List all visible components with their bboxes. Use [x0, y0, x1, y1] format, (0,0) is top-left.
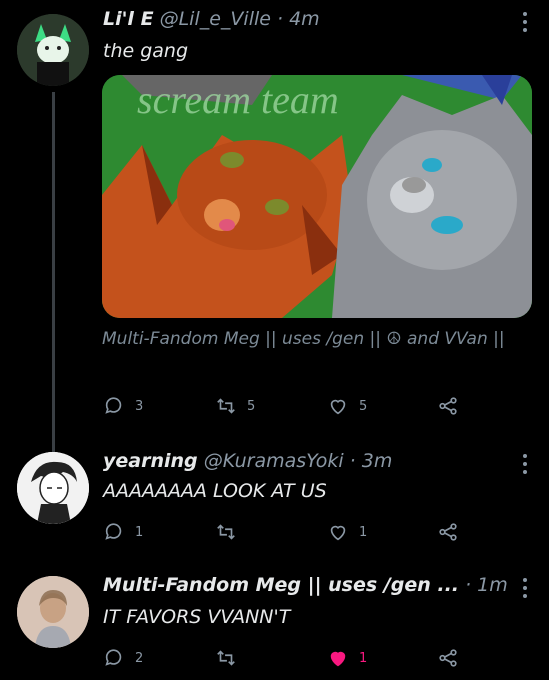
share-button[interactable]	[437, 646, 459, 670]
reply-count: 3	[135, 398, 144, 414]
tweet-3[interactable]: Multi-Fandom Meg || uses /gen ... · 1m I…	[0, 566, 549, 680]
author-handle[interactable]: @Lil_e_Ville	[160, 8, 271, 30]
media-caption: scream team	[137, 77, 339, 122]
author-name[interactable]: yearning	[103, 450, 198, 472]
share-button[interactable]	[437, 520, 459, 544]
tweet-header: Li'l E @Lil_e_Ville · 4m	[103, 8, 320, 30]
reply-icon	[105, 649, 122, 666]
reply-button[interactable]: 3	[103, 394, 143, 418]
avatar[interactable]	[17, 14, 89, 86]
author-handle[interactable]: @KuramasYoki	[204, 450, 344, 472]
timestamp[interactable]: 3m	[362, 450, 393, 472]
share-icon	[439, 397, 457, 415]
retweet-icon	[217, 524, 235, 540]
reply-icon	[105, 523, 122, 540]
like-button[interactable]: 1	[327, 646, 367, 670]
share-button[interactable]	[437, 394, 459, 418]
reply-count: 1	[135, 524, 144, 540]
tweet-text: AAAAAAAA LOOK AT US	[103, 480, 327, 502]
retweet-button[interactable]: 5	[215, 394, 255, 418]
more-icon[interactable]	[523, 454, 527, 478]
avatar[interactable]	[17, 576, 89, 648]
timestamp[interactable]: 1m	[477, 574, 508, 596]
like-count: 1	[359, 650, 368, 666]
tweet-image[interactable]: scream team	[102, 75, 532, 318]
share-icon	[439, 649, 457, 667]
like-button[interactable]: 1	[327, 520, 367, 544]
profile-tagline: Multi-Fandom Meg || uses /gen || ☮ and V…	[102, 329, 505, 349]
like-count: 5	[359, 398, 368, 414]
tweet-text: the gang	[103, 40, 189, 62]
tweet-actions: 3 5 5	[103, 394, 463, 418]
like-count: 1	[359, 524, 368, 540]
author-name[interactable]: Multi-Fandom Meg || uses /gen ...	[103, 574, 459, 596]
tweet-actions: 2 1	[103, 646, 463, 670]
tweet-header: yearning @KuramasYoki · 3m	[103, 450, 393, 472]
retweet-icon	[217, 398, 235, 414]
like-icon	[330, 399, 346, 415]
tweet-actions: 1 1	[103, 520, 463, 544]
tweet-text: IT FAVORS VVANN'T	[103, 606, 291, 628]
like-button[interactable]: 5	[327, 394, 367, 418]
share-icon	[439, 523, 457, 541]
retweet-icon	[217, 650, 235, 666]
reply-button[interactable]: 1	[103, 520, 143, 544]
retweet-button[interactable]	[215, 520, 247, 544]
tweet-2[interactable]: yearning @KuramasYoki · 3m AAAAAAAA LOOK…	[0, 440, 549, 560]
tweet-1[interactable]: Li'l E @Lil_e_Ville · 4m the gang scream…	[0, 0, 549, 430]
reply-button[interactable]: 2	[103, 646, 143, 670]
tweet-header: Multi-Fandom Meg || uses /gen ... · 1m	[103, 574, 508, 596]
like-icon	[330, 651, 346, 667]
timestamp[interactable]: 4m	[289, 8, 320, 30]
more-icon[interactable]	[523, 578, 527, 602]
author-name[interactable]: Li'l E	[103, 8, 154, 30]
more-icon[interactable]	[523, 12, 527, 36]
avatar[interactable]	[17, 452, 89, 524]
retweet-button[interactable]	[215, 646, 247, 670]
retweet-count: 5	[247, 398, 256, 414]
reply-count: 2	[135, 650, 144, 666]
reply-icon	[105, 397, 122, 414]
like-icon	[330, 525, 346, 541]
